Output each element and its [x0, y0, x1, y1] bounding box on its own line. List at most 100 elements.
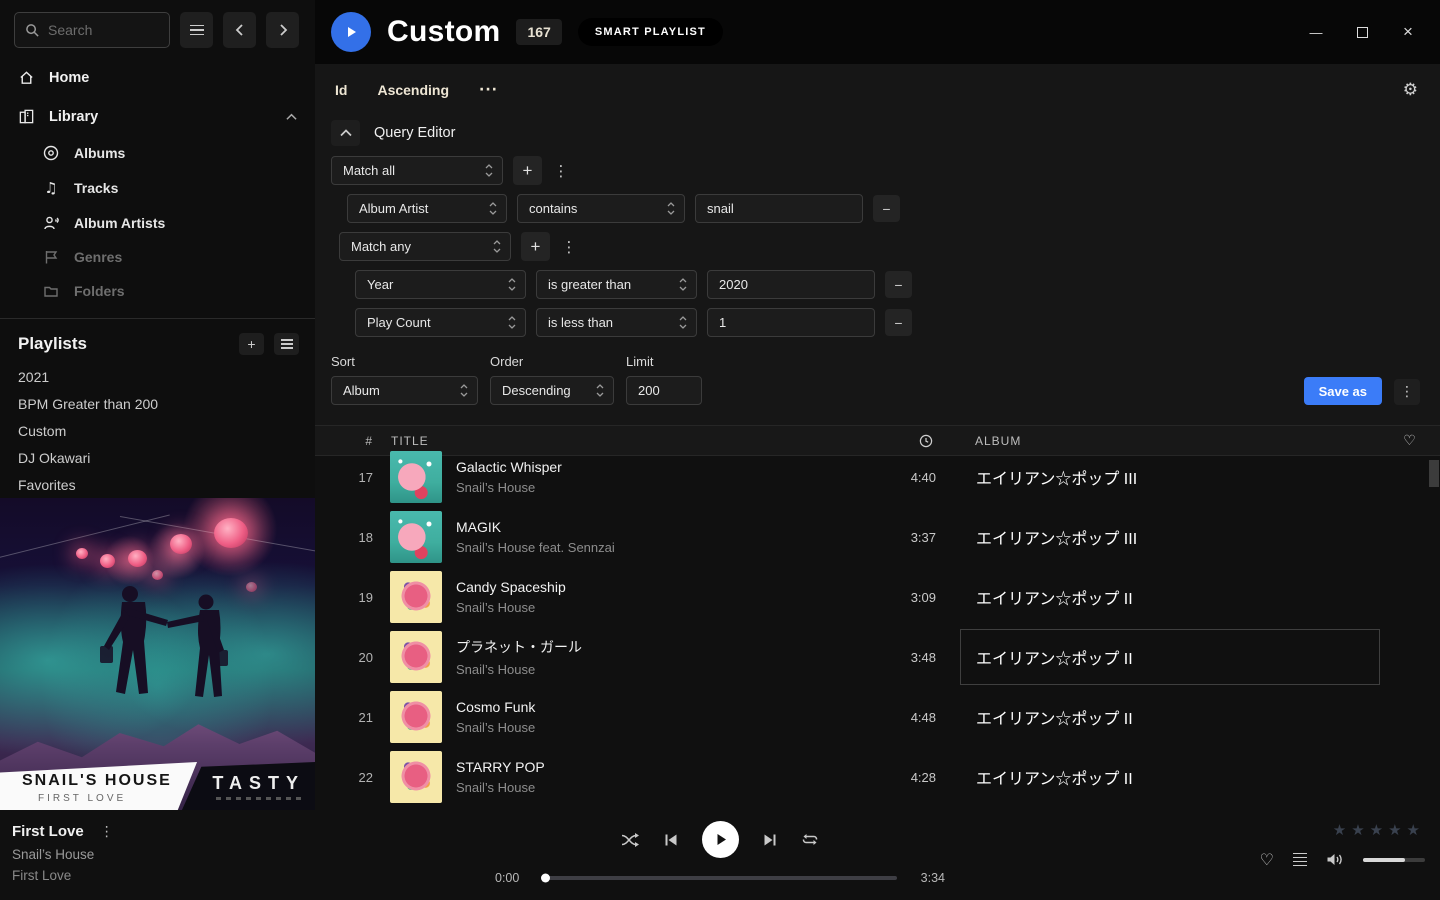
match-type-select[interactable]: Match any [339, 232, 511, 261]
save-options-button[interactable]: ⋮ [1394, 379, 1420, 405]
star-icon[interactable]: ★ [1370, 821, 1388, 839]
rule-value-input[interactable] [695, 194, 863, 223]
previous-button[interactable] [664, 833, 678, 847]
track-row[interactable]: 22 STARRY POPSnail’s House 4:28 エイリアン☆ポッ… [315, 747, 1440, 807]
rule-operator-select[interactable]: is greater than [536, 270, 697, 299]
disc-icon [43, 145, 59, 161]
order-select[interactable]: Descending [490, 376, 614, 405]
group-options-button[interactable]: ⋮ [560, 238, 578, 256]
play-pause-button[interactable] [702, 821, 739, 858]
seek-handle[interactable] [541, 874, 550, 883]
search-box[interactable] [14, 12, 170, 48]
sidebar-item-library[interactable]: Library [0, 97, 315, 136]
sort-field-button[interactable]: Id [335, 82, 347, 98]
now-playing-artist[interactable]: Snail’s House [12, 847, 114, 862]
favorite-button[interactable]: ♡ [1260, 850, 1274, 869]
track-duration: 4:40 [850, 470, 960, 485]
track-album[interactable]: エイリアン☆ポップ II [960, 569, 1380, 625]
track-album[interactable]: エイリアン☆ポップ III [960, 449, 1380, 505]
chevron-right-icon [277, 24, 289, 36]
playlist-item[interactable]: Custom [0, 417, 315, 444]
playlists-title: Playlists [18, 334, 87, 354]
nav-forward-button[interactable] [266, 12, 299, 48]
column-title[interactable]: TITLE [390, 434, 850, 448]
sidebar-item-tracks[interactable]: ♫ Tracks [0, 170, 315, 206]
save-as-button[interactable]: Save as [1304, 377, 1382, 405]
match-type-select[interactable]: Match all [331, 156, 503, 185]
query-editor-collapse-button[interactable] [331, 120, 360, 146]
rule-field-select[interactable]: Play Count [355, 308, 526, 337]
remove-rule-button[interactable]: − [885, 271, 912, 298]
sidebar-item-albums[interactable]: Albums [0, 136, 315, 170]
window-close-button[interactable]: × [1400, 24, 1416, 40]
add-rule-button[interactable]: + [521, 232, 550, 261]
more-options-button[interactable]: ··· [479, 82, 498, 98]
track-row[interactable]: 17 Galactic WhisperSnail’s House 4:40 エイ… [315, 447, 1440, 507]
limit-input[interactable] [626, 376, 702, 405]
track-row[interactable]: 18 MAGIKSnail’s House feat. Sennzai 3:37… [315, 507, 1440, 567]
column-favorite[interactable]: ♡ [1380, 433, 1440, 449]
chevron-up-icon [286, 113, 297, 121]
track-album[interactable]: エイリアン☆ポップ III [960, 509, 1380, 565]
sidebar-item-album-artists[interactable]: Album Artists [0, 206, 315, 240]
playlist-item[interactable]: DJ Okawari [0, 444, 315, 471]
track-row[interactable]: 19 Candy SpaceshipSnail’s House 3:09 エイリ… [315, 567, 1440, 627]
sidebar-item-folders[interactable]: Folders [0, 274, 315, 308]
sidebar-item-label: Folders [74, 283, 125, 299]
playlist-content: Id Ascending ··· ⚙ Query Editor Match al… [315, 64, 1440, 810]
playlist-item[interactable]: BPM Greater than 200 [0, 390, 315, 417]
nav-back-button[interactable] [223, 12, 256, 48]
window-maximize-button[interactable] [1354, 24, 1370, 40]
gear-icon[interactable]: ⚙ [1403, 80, 1418, 100]
now-playing-cover-art[interactable]: SNAIL'S HOUSE FIRST LOVE TASTY [0, 498, 315, 810]
menu-button[interactable] [180, 12, 213, 48]
sidebar-item-genres[interactable]: Genres [0, 240, 315, 274]
track-album[interactable]: エイリアン☆ポップ II [960, 749, 1380, 805]
column-index[interactable]: # [315, 434, 390, 448]
now-playing-album[interactable]: First Love [12, 868, 114, 883]
scrollbar-thumb[interactable] [1429, 460, 1439, 487]
search-input[interactable] [48, 22, 159, 38]
star-icon[interactable]: ★ [1351, 821, 1369, 839]
track-row[interactable]: 20 プラネット・ガールSnail’s House 3:48 エイリアン☆ポップ… [315, 627, 1440, 687]
star-icon[interactable]: ★ [1388, 821, 1406, 839]
select-arrows-icon [508, 316, 516, 329]
remove-rule-button[interactable]: − [873, 195, 900, 222]
playlist-item[interactable]: Favorites [0, 471, 315, 498]
add-playlist-button[interactable]: + [239, 333, 264, 355]
playlist-list-button[interactable] [274, 333, 299, 355]
rule-value-input[interactable] [707, 308, 875, 337]
rule-field-select[interactable]: Year [355, 270, 526, 299]
now-playing-title[interactable]: First Love [12, 823, 84, 840]
shuffle-button[interactable] [621, 832, 640, 848]
select-arrows-icon [489, 202, 497, 215]
star-icon[interactable]: ★ [1407, 821, 1425, 839]
rule-operator-select[interactable]: is less than [536, 308, 697, 337]
play-playlist-button[interactable] [331, 12, 371, 52]
track-row[interactable]: 21 Cosmo FunkSnail’s House 4:48 エイリアン☆ポッ… [315, 687, 1440, 747]
next-button[interactable] [763, 833, 777, 847]
sort-select[interactable]: Album [331, 376, 478, 405]
window-minimize-button[interactable]: — [1308, 24, 1324, 40]
sort-direction-button[interactable]: Ascending [377, 82, 449, 98]
add-rule-button[interactable]: + [513, 156, 542, 185]
select-arrows-icon [596, 384, 604, 397]
rule-operator-select[interactable]: contains [517, 194, 685, 223]
track-album[interactable]: エイリアン☆ポップ II [960, 689, 1380, 745]
group-options-button[interactable]: ⋮ [552, 162, 570, 180]
seek-slider[interactable] [543, 876, 897, 880]
volume-button[interactable] [1326, 852, 1344, 867]
column-album[interactable]: ALBUM [960, 434, 1380, 448]
volume-slider[interactable] [1363, 858, 1425, 862]
queue-button[interactable] [1293, 853, 1307, 867]
remove-rule-button[interactable]: − [885, 309, 912, 336]
sidebar-item-home[interactable]: Home [0, 58, 315, 97]
now-playing-options-button[interactable]: ⋮ [100, 824, 114, 840]
star-icon[interactable]: ★ [1333, 821, 1351, 839]
column-duration[interactable] [850, 434, 960, 448]
playlist-item[interactable]: 2021 [0, 363, 315, 390]
rule-value-input[interactable] [707, 270, 875, 299]
repeat-button[interactable] [801, 832, 819, 847]
track-album-focused-cell[interactable]: エイリアン☆ポップ II [960, 629, 1380, 685]
rule-field-select[interactable]: Album Artist [347, 194, 507, 223]
